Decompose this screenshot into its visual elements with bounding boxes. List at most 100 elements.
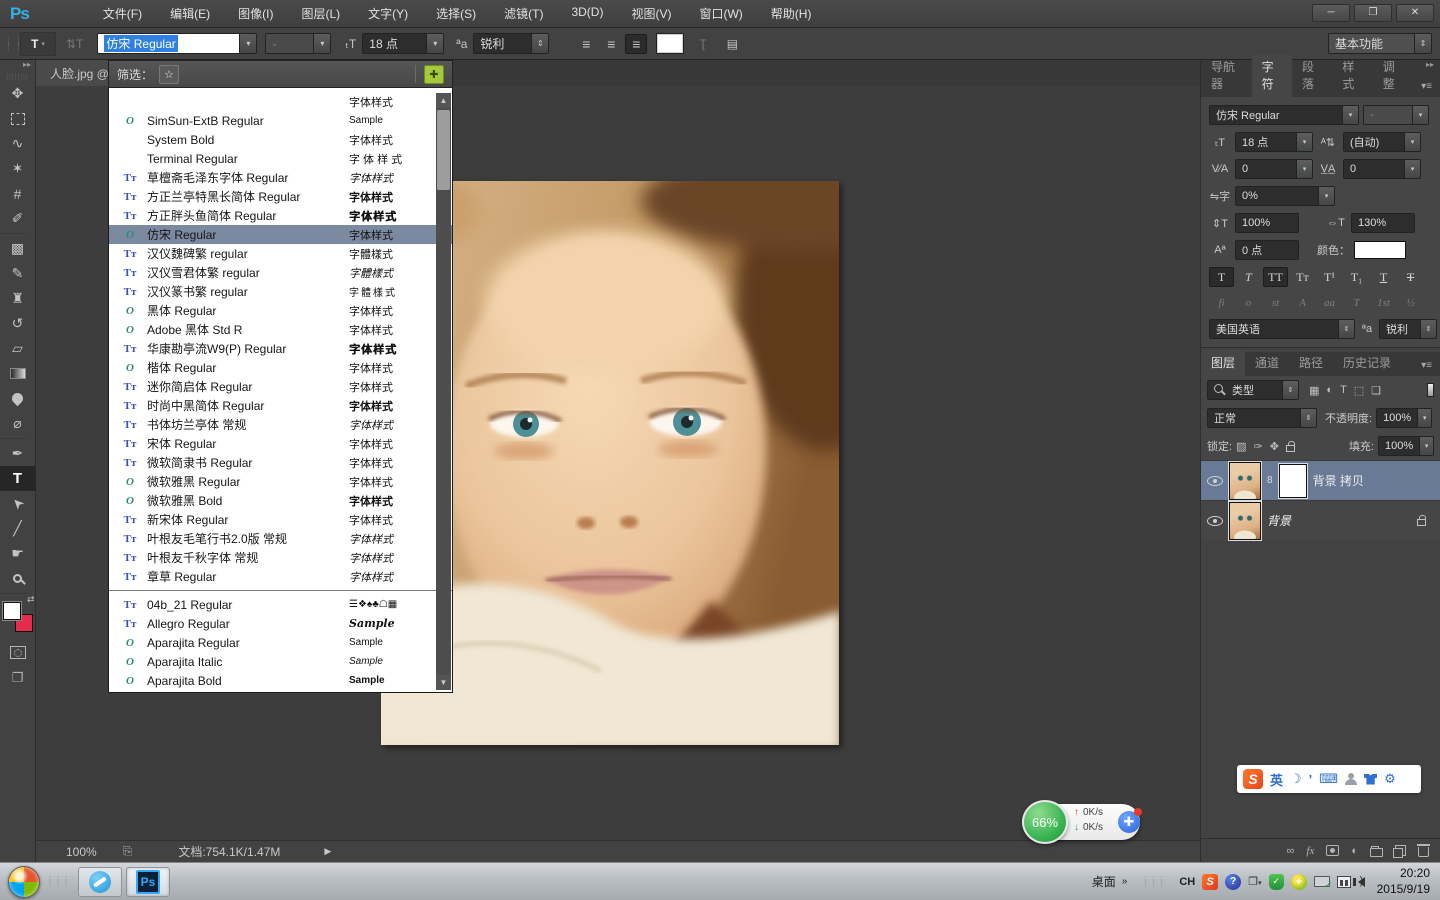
opentype-button-3[interactable]: A (1290, 294, 1315, 312)
opentype-button-6[interactable]: 1st (1371, 294, 1396, 312)
tool-rectangular-marquee[interactable] (0, 106, 36, 131)
menu-item-9[interactable]: 窗口(W) (685, 0, 756, 28)
font-list-item[interactable]: OAdobe 黑体 Std R字体样式 (109, 320, 452, 339)
quick-mask-button[interactable] (0, 640, 36, 665)
cp-antialias-combo[interactable]: 锐利 ⇕ (1379, 319, 1437, 339)
tab-图层[interactable]: 图层 (1201, 350, 1245, 376)
type-tool-preset[interactable]: T ▾ (20, 32, 56, 56)
cp-tsume-combo[interactable]: 0% ▾ (1235, 186, 1335, 206)
font-list-item[interactable]: Tᴛ方正胖头鱼简体 Regular字体样式 (109, 206, 452, 225)
cp-leading-dropdown-button[interactable]: ▾ (1404, 133, 1420, 151)
tab-历史记录[interactable]: 历史记录 (1333, 350, 1401, 376)
tab-menu-icon[interactable]: ▾≡ (1413, 356, 1440, 376)
sogou-tray-icon[interactable]: S (1202, 874, 1218, 890)
fill-dropdown-button[interactable]: ▾ (1419, 437, 1433, 455)
warp-text-icon[interactable]: Ʈ (699, 37, 706, 51)
tab-通道[interactable]: 通道 (1245, 350, 1289, 376)
tool-eraser[interactable]: ▱ (0, 336, 36, 361)
tab-样式[interactable]: 样式 (1332, 54, 1372, 97)
tool-magic-wand[interactable]: ✶ (0, 156, 36, 181)
language-mode-button[interactable]: 英 (1270, 770, 1283, 789)
lock-transparent-icon[interactable]: ▨ (1236, 440, 1246, 453)
delete-layer-icon[interactable] (1418, 847, 1429, 857)
printer-tray-icon[interactable] (1314, 876, 1330, 887)
workspace-dropdown-button[interactable]: ⇕ (1414, 34, 1431, 53)
font-list-item[interactable]: OAparajita ItalicSample (109, 652, 452, 671)
font-list-item[interactable]: OAparajita RegularSample (109, 633, 452, 652)
memory-percent-ball[interactable]: 66% (1022, 800, 1068, 844)
style-button-1[interactable]: T (1236, 267, 1261, 287)
workspace-combo[interactable]: 基本功能 ⇕ (1328, 33, 1432, 54)
layer-style-icon[interactable]: fx (1306, 845, 1314, 857)
tool-gradient[interactable] (0, 361, 36, 386)
status-arrow-icon[interactable]: ▶ (324, 846, 331, 857)
tool-lasso[interactable]: ∿ (0, 131, 36, 156)
menu-item-4[interactable]: 文字(Y) (354, 0, 422, 28)
font-list-item[interactable]: Tᴛ汉仪魏碑繁 regular字體樣式 (109, 244, 452, 263)
screen-mode-button[interactable]: ❐ (0, 665, 36, 690)
tool-dodge[interactable]: ⌀ (0, 411, 36, 436)
restore-button[interactable]: ❐ (1354, 4, 1392, 22)
font-list-item[interactable]: Tᴛ新宋体 Regular字体样式 (109, 510, 452, 529)
tab-字符[interactable]: 字符 (1252, 54, 1292, 97)
font-list-item[interactable]: Tᴛ叶根友千秋字体 常规字体样式 (109, 548, 452, 567)
font-list-item[interactable]: O微软雅黑 Bold字体样式 (109, 491, 452, 510)
font-size-dropdown-button[interactable]: ▾ (426, 34, 443, 53)
font-list-item[interactable]: Tᴛ迷你简启体 Regular字体样式 (109, 377, 452, 396)
style-button-6[interactable]: T (1371, 267, 1396, 287)
adjustment-layer-icon[interactable]: ◐ (1351, 845, 1358, 857)
filter-shape-icon[interactable]: ⬚ (1354, 384, 1364, 397)
visibility-eye-icon[interactable] (1207, 476, 1223, 486)
filter-smartobject-icon[interactable]: ❏ (1371, 384, 1381, 397)
font-list-item[interactable]: O仿宋 Regular字体样式 (109, 225, 452, 244)
cp-font-dropdown-button[interactable]: ▾ (1342, 106, 1358, 124)
font-list-item[interactable]: Tᴛ书体坊兰亭体 常规字体样式 (109, 415, 452, 434)
link-layers-icon[interactable]: ∞ (1287, 845, 1295, 857)
sogou-logo[interactable]: S (1243, 769, 1263, 789)
font-list-item[interactable]: Terminal Regular字 体 样 式 (109, 149, 452, 168)
help-tray-icon[interactable]: ? (1225, 874, 1241, 890)
font-list-item[interactable]: Tᴛ微软简隶书 Regular字体样式 (109, 453, 452, 472)
cp-hscale-field[interactable]: 130% (1351, 213, 1415, 233)
tool-type[interactable]: T (0, 466, 36, 491)
new-layer-icon[interactable] (1395, 845, 1406, 856)
tool-brush[interactable]: ✎ (0, 261, 36, 286)
font-family-dropdown-button[interactable]: ▾ (239, 34, 256, 53)
layer-row[interactable]: 8背景 拷贝 (1201, 460, 1440, 500)
font-list-item[interactable]: Tᴛ汉仪雪君体繁 regular字體樣式 (109, 263, 452, 282)
antivirus-tray-icon[interactable]: + (1291, 874, 1307, 890)
network-tray-icon[interactable] (1337, 876, 1351, 888)
style-button-7[interactable]: Ŧ (1398, 267, 1423, 287)
menu-item-5[interactable]: 选择(S) (422, 0, 490, 28)
zoom-level[interactable]: 100% (66, 845, 97, 859)
opentype-button-7[interactable]: ½ (1398, 294, 1423, 312)
layer-thumbnail[interactable] (1229, 462, 1261, 500)
input-language-indicator[interactable]: CH (1179, 876, 1195, 888)
tool-pen[interactable]: ✒ (0, 441, 36, 466)
blend-mode-combo[interactable]: 正常 ⇕ (1207, 408, 1317, 428)
font-style-dropdown-button[interactable]: ▾ (313, 34, 330, 53)
add-fonts-button[interactable]: ✚ (424, 65, 444, 84)
font-list-item[interactable]: Tᴛ04b_21 Regular☰❖♠♣☖▦ (109, 595, 452, 614)
font-list-item[interactable]: System Bold字体样式 (109, 130, 452, 149)
network-speed-widget[interactable]: ↑ 0K/s ↓ 0K/s ✚ 66% (1022, 800, 1142, 844)
font-list-item[interactable]: Tᴛ时尚中黑简体 Regular字体样式 (109, 396, 452, 415)
desktop-toolbar[interactable]: 桌面» (1092, 873, 1128, 890)
taskbar-clock[interactable]: 20:20 2015/9/19 (1377, 866, 1430, 897)
swap-colors-icon[interactable]: ⇄ (27, 594, 35, 605)
font-list-item[interactable]: TᴛAllegro RegularSample (109, 614, 452, 633)
fullhalf-width-icon[interactable]: ☽ (1290, 771, 1302, 787)
settings-wrench-icon[interactable]: ⚙ (1384, 771, 1396, 787)
align-center-button[interactable]: ≡ (600, 34, 622, 54)
font-size-combo[interactable]: 18 点 ▾ (362, 33, 444, 54)
close-button[interactable]: ✕ (1396, 4, 1434, 22)
tab-路径[interactable]: 路径 (1289, 350, 1333, 376)
menu-item-8[interactable]: 视图(V) (617, 0, 685, 28)
font-list-item[interactable]: OSimSun-ExtB RegularSample (109, 111, 452, 130)
tool-hand[interactable]: ☛ (0, 541, 36, 566)
add-mask-icon[interactable] (1326, 845, 1339, 856)
font-list-item[interactable]: Tᴛ汉仪篆书繁 regular字體樣式 (109, 282, 452, 301)
tab-段落[interactable]: 段落 (1292, 54, 1332, 97)
volume-tray-icon[interactable] (1358, 877, 1365, 887)
share-icon[interactable]: ⎘ (123, 844, 133, 859)
